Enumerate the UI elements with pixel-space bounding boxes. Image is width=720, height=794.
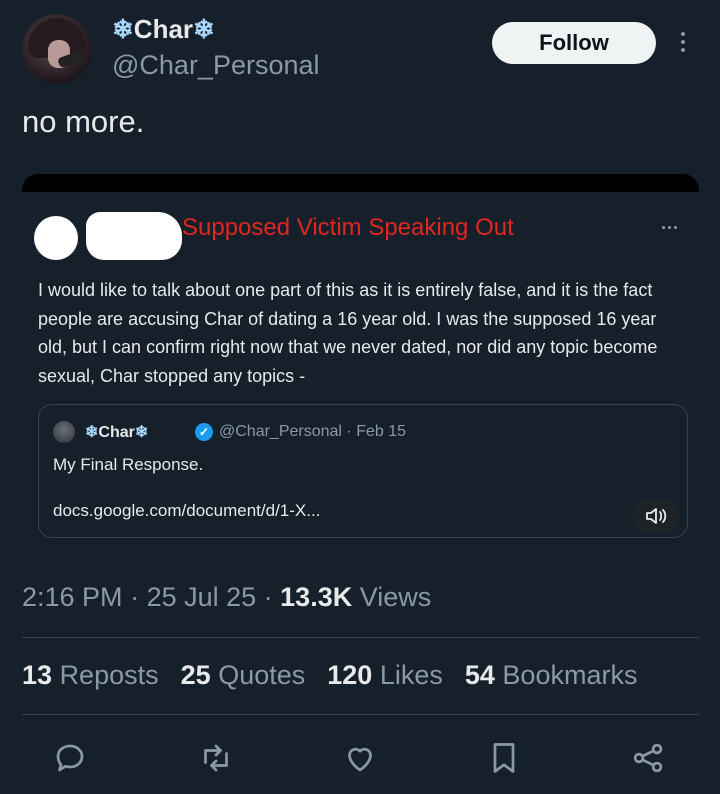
tweet-text: no more. (22, 104, 145, 139)
avatar[interactable] (22, 14, 92, 84)
follow-button[interactable]: Follow (492, 22, 656, 64)
inner-quote-card: ❄Char❄ ✓ @Char_Personal · Feb 15 My Fina… (38, 404, 688, 538)
action-bar (0, 722, 720, 794)
quoted-post-text: I would like to talk about one part of t… (38, 280, 658, 386)
reposts-stat[interactable]: 13 Reposts (22, 660, 159, 691)
snowflake-icon: ❄ (134, 424, 149, 441)
date-text: 25 Jul 25 (146, 582, 257, 612)
more-icon[interactable] (678, 28, 688, 58)
redaction-mark (86, 212, 182, 260)
inner-quote-link: docs.google.com/document/d/1-X... (53, 501, 321, 520)
like-icon[interactable] (342, 740, 378, 776)
inner-quote-text: My Final Response. (53, 455, 204, 474)
divider (22, 714, 699, 715)
verified-icon: ✓ (195, 423, 213, 441)
views-count: 13.3K (280, 582, 353, 612)
likes-stat[interactable]: 120 Likes (327, 660, 443, 691)
more-icon (662, 216, 684, 229)
snowflake-icon: ❄ (193, 14, 215, 44)
redaction-mark (34, 216, 78, 260)
time-link[interactable]: 2:16 PM (22, 582, 123, 612)
views-label: Views (359, 582, 432, 612)
embedded-screenshot: Supposed Victim Speaking Out I would lik… (22, 192, 699, 555)
inner-quote-name: ❄Char❄ (85, 424, 149, 441)
inner-quote-handle: @Char_Personal · Feb 15 (219, 423, 406, 440)
media-attachment[interactable]: Supposed Victim Speaking Out I would lik… (22, 174, 699, 555)
divider (22, 637, 699, 638)
share-icon[interactable] (630, 740, 666, 776)
bookmarks-stat[interactable]: 54 Bookmarks (465, 660, 638, 691)
snowflake-icon: ❄ (85, 424, 99, 441)
bookmark-icon[interactable] (486, 740, 522, 776)
quotes-stat[interactable]: 25 Quotes (181, 660, 306, 691)
overlay-title: Supposed Victim Speaking Out (182, 214, 514, 241)
sound-icon[interactable] (633, 499, 679, 533)
post-timestamp: 2:16 PM · 25 Jul 25 · 13.3K Views (22, 582, 432, 612)
display-name-text: Char (133, 14, 194, 44)
snowflake-icon: ❄ (112, 14, 134, 44)
engagement-stats: 13 Reposts 25 Quotes 120 Likes 54 Bookma… (22, 660, 637, 691)
avatar (53, 421, 75, 443)
display-name[interactable]: ❄Char❄ (112, 14, 215, 45)
user-handle[interactable]: @Char_Personal (112, 50, 320, 81)
reply-icon[interactable] (52, 740, 88, 776)
repost-icon[interactable] (198, 740, 234, 776)
